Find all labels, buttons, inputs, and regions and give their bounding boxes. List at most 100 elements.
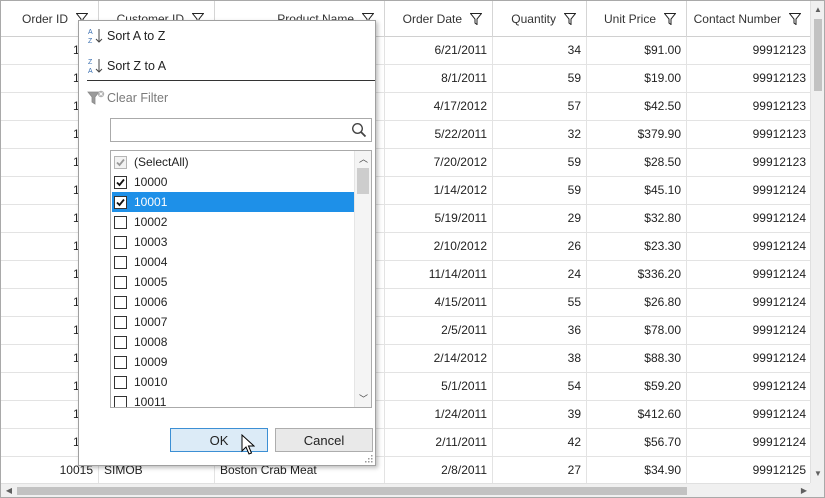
column-header-contact-number[interactable]: Contact Number <box>687 1 812 37</box>
clear-filter-menu-item[interactable]: Clear Filter <box>79 83 375 113</box>
checkbox[interactable] <box>114 195 127 209</box>
cell-order-date[interactable]: 8/1/2011 <box>385 65 493 93</box>
cell-contact-number[interactable]: 99912124 <box>687 261 812 289</box>
cell-order-date[interactable]: 4/17/2012 <box>385 93 493 121</box>
cell-quantity[interactable]: 27 <box>493 457 587 485</box>
cell-quantity[interactable]: 55 <box>493 289 587 317</box>
filter-search-box[interactable] <box>110 118 372 142</box>
checkbox[interactable] <box>114 375 127 389</box>
column-header-order-date[interactable]: Order Date <box>385 1 493 37</box>
cell-contact-number[interactable]: 99912124 <box>687 373 812 401</box>
filter-icon[interactable] <box>564 13 576 25</box>
filter-value-item[interactable]: 10000 <box>112 172 354 192</box>
cell-order-date[interactable]: 1/24/2011 <box>385 401 493 429</box>
horizontal-scrollbar[interactable]: ◀ ▶ <box>1 483 812 497</box>
cell-unit-price[interactable]: $88.30 <box>587 345 687 373</box>
cell-contact-number[interactable]: 99912124 <box>687 345 812 373</box>
cell-contact-number[interactable]: 99912123 <box>687 121 812 149</box>
filter-value-item[interactable]: 10004 <box>112 252 354 272</box>
sort-ascending-menu-item[interactable]: A Z Sort A to Z <box>79 21 375 51</box>
filter-value-item[interactable]: 10007 <box>112 312 354 332</box>
cell-contact-number[interactable]: 99912124 <box>687 177 812 205</box>
checkbox[interactable] <box>114 255 127 269</box>
cell-unit-price[interactable]: $19.00 <box>587 65 687 93</box>
cell-order-date[interactable]: 2/8/2011 <box>385 457 493 485</box>
cell-quantity[interactable]: 26 <box>493 233 587 261</box>
cell-quantity[interactable]: 34 <box>493 37 587 65</box>
checkbox[interactable] <box>114 355 127 369</box>
cell-unit-price[interactable]: $56.70 <box>587 429 687 457</box>
cell-quantity[interactable]: 54 <box>493 373 587 401</box>
column-header-quantity[interactable]: Quantity <box>493 1 587 37</box>
cell-order-date[interactable]: 5/19/2011 <box>385 205 493 233</box>
cell-contact-number[interactable]: 99912123 <box>687 37 812 65</box>
resize-grip-icon[interactable] <box>365 455 373 463</box>
vertical-scrollbar[interactable]: ▲ ▼ <box>810 1 824 483</box>
filter-icon[interactable] <box>470 13 482 25</box>
cell-quantity[interactable]: 36 <box>493 317 587 345</box>
cell-order-date[interactable]: 2/10/2012 <box>385 233 493 261</box>
cell-order-date[interactable]: 6/21/2011 <box>385 37 493 65</box>
filter-icon[interactable] <box>789 13 801 25</box>
cell-order-date[interactable]: 7/20/2012 <box>385 149 493 177</box>
cell-order-date[interactable]: 5/22/2011 <box>385 121 493 149</box>
horizontal-scroll-thumb[interactable] <box>17 487 687 495</box>
checkbox[interactable] <box>114 315 127 329</box>
list-scrollbar[interactable]: ︿ ﹀ <box>354 151 371 407</box>
filter-value-item[interactable]: 10011 <box>112 392 354 407</box>
scroll-left-arrow-icon[interactable]: ◀ <box>2 484 16 497</box>
cell-contact-number[interactable]: 99912123 <box>687 93 812 121</box>
cell-contact-number[interactable]: 99912124 <box>687 289 812 317</box>
filter-value-item[interactable]: 10006 <box>112 292 354 312</box>
chevron-up-icon[interactable]: ︿ <box>355 151 371 167</box>
cell-unit-price[interactable]: $28.50 <box>587 149 687 177</box>
cell-unit-price[interactable]: $336.20 <box>587 261 687 289</box>
checkbox[interactable] <box>114 395 127 407</box>
cell-quantity[interactable]: 59 <box>493 177 587 205</box>
cell-unit-price[interactable]: $45.10 <box>587 177 687 205</box>
cell-unit-price[interactable]: $78.00 <box>587 317 687 345</box>
cell-unit-price[interactable]: $379.90 <box>587 121 687 149</box>
cell-quantity[interactable]: 29 <box>493 205 587 233</box>
checkbox[interactable] <box>114 335 127 349</box>
cell-contact-number[interactable]: 99912124 <box>687 233 812 261</box>
cell-unit-price[interactable]: $23.30 <box>587 233 687 261</box>
cell-unit-price[interactable]: $26.80 <box>587 289 687 317</box>
cell-contact-number[interactable]: 99912124 <box>687 205 812 233</box>
cell-contact-number[interactable]: 99912124 <box>687 429 812 457</box>
cell-unit-price[interactable]: $91.00 <box>587 37 687 65</box>
filter-value-item[interactable]: 10008 <box>112 332 354 352</box>
checkbox[interactable] <box>114 215 127 229</box>
checkbox[interactable] <box>114 175 127 189</box>
list-scroll-thumb[interactable] <box>357 168 369 194</box>
cell-quantity[interactable]: 59 <box>493 149 587 177</box>
cell-quantity[interactable]: 38 <box>493 345 587 373</box>
cell-contact-number[interactable]: 99912124 <box>687 401 812 429</box>
cell-quantity[interactable]: 59 <box>493 65 587 93</box>
cell-order-date[interactable]: 2/11/2011 <box>385 429 493 457</box>
filter-value-item[interactable]: 10002 <box>112 212 354 232</box>
cell-quantity[interactable]: 39 <box>493 401 587 429</box>
cell-order-date[interactable]: 4/15/2011 <box>385 289 493 317</box>
filter-search-input[interactable] <box>111 119 347 141</box>
cell-unit-price[interactable]: $412.60 <box>587 401 687 429</box>
cell-order-date[interactable]: 1/14/2012 <box>385 177 493 205</box>
cell-order-date[interactable]: 2/14/2012 <box>385 345 493 373</box>
select-all-item[interactable]: (SelectAll) <box>112 152 354 172</box>
filter-icon[interactable] <box>664 13 676 25</box>
cancel-button[interactable]: Cancel <box>275 428 373 452</box>
cell-order-date[interactable]: 2/5/2011 <box>385 317 493 345</box>
cell-quantity[interactable]: 32 <box>493 121 587 149</box>
column-header-unit-price[interactable]: Unit Price <box>587 1 687 37</box>
cell-unit-price[interactable]: $32.80 <box>587 205 687 233</box>
checkbox[interactable] <box>114 235 127 249</box>
scroll-down-arrow-icon[interactable]: ▼ <box>811 467 824 481</box>
cell-quantity[interactable]: 24 <box>493 261 587 289</box>
checkbox[interactable] <box>114 295 127 309</box>
cell-contact-number[interactable]: 99912123 <box>687 65 812 93</box>
scroll-up-arrow-icon[interactable]: ▲ <box>811 3 824 17</box>
cell-quantity[interactable]: 57 <box>493 93 587 121</box>
filter-value-item[interactable]: 10010 <box>112 372 354 392</box>
chevron-down-icon[interactable]: ﹀ <box>355 391 371 407</box>
filter-value-item[interactable]: 10003 <box>112 232 354 252</box>
